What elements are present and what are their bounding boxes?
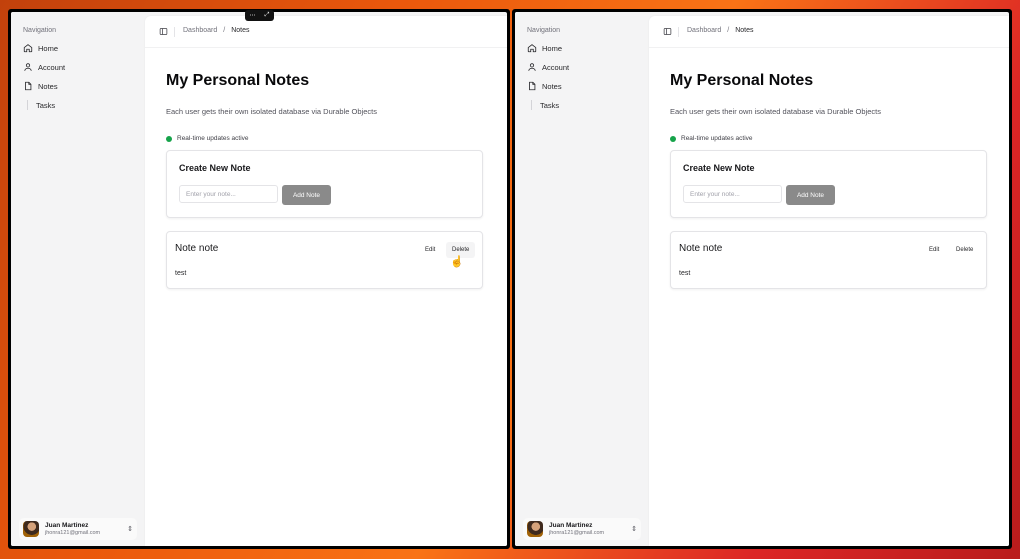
- user-menu[interactable]: Juan Martinez jhonra121@gmail.com ⇕: [523, 518, 641, 540]
- status-dot: [166, 135, 172, 142]
- note-title: Note note: [175, 243, 219, 254]
- sidebar-item-account[interactable]: Account: [23, 60, 65, 74]
- avatar: [527, 521, 543, 537]
- sidebar-item-notes[interactable]: Notes: [23, 79, 58, 93]
- user-email: jhonra121@gmail.com: [549, 529, 605, 536]
- breadcrumb-separator: /: [727, 27, 730, 34]
- tree-line: [27, 100, 28, 110]
- user-name: Juan Martinez: [45, 522, 89, 530]
- expand-icon[interactable]: ⤢: [265, 12, 270, 19]
- delete-button[interactable]: Delete: [950, 242, 979, 258]
- chevrons-up-down-icon: ⇕: [127, 526, 133, 533]
- avatar: [23, 521, 39, 537]
- file-icon: [25, 81, 32, 91]
- tree-line: [531, 100, 532, 110]
- edit-button[interactable]: Edit: [419, 242, 441, 258]
- pointer-cursor-icon: ☝: [450, 256, 464, 268]
- nav-heading: Navigation: [527, 27, 561, 34]
- sidebar-item-notes[interactable]: Notes: [527, 79, 562, 93]
- sidebar-item-label: Home: [542, 43, 563, 53]
- sidebar: Navigation Home Account Notes Tasks Juan: [515, 12, 649, 546]
- user-info: Juan Martinez jhonra121@gmail.com: [45, 522, 121, 535]
- sidebar-item-home[interactable]: Home: [23, 41, 58, 55]
- breadcrumb-separator: /: [223, 27, 226, 34]
- user-icon: [24, 63, 32, 71]
- realtime-label: Real-time updates active: [681, 135, 753, 142]
- divider: [678, 27, 679, 37]
- note-body: test: [175, 270, 187, 277]
- create-note-title: Create New Note: [683, 163, 755, 173]
- chevrons-up-down-icon: ⇕: [631, 526, 637, 533]
- user-name: Juan Martinez: [549, 522, 593, 530]
- sidebar-item-home[interactable]: Home: [527, 41, 562, 55]
- breadcrumb-dashboard[interactable]: Dashboard: [183, 27, 217, 34]
- add-note-button[interactable]: Add Note: [282, 185, 331, 205]
- create-note-title: Create New Note: [179, 163, 251, 173]
- window-snap-toolbar[interactable]: ⋯ ⤢: [245, 10, 274, 21]
- user-info: Juan Martinez jhonra121@gmail.com: [549, 522, 625, 535]
- breadcrumb-current: Notes: [231, 27, 250, 34]
- sidebar-item-account[interactable]: Account: [527, 60, 569, 74]
- top-bar: Dashboard / Notes: [145, 16, 507, 48]
- app-shell: Navigation Home Account Notes Tasks Juan: [515, 12, 1009, 546]
- create-note-card: Create New Note Add Note: [166, 150, 483, 218]
- realtime-label: Real-time updates active: [177, 135, 249, 142]
- browser-window-left: Navigation Home Account Notes Tasks Juan: [8, 9, 510, 549]
- app-shell: Navigation Home Account Notes Tasks Juan: [11, 12, 507, 546]
- sidebar-subitem-tasks[interactable]: Tasks: [27, 98, 55, 112]
- note-card: Note note Edit Delete test: [670, 231, 987, 289]
- sidebar-item-label: Tasks: [540, 100, 560, 110]
- divider: [174, 27, 175, 37]
- main-content: Dashboard / Notes My Personal Notes Each…: [145, 16, 507, 546]
- home-icon: [23, 44, 33, 53]
- home-icon: [527, 44, 537, 53]
- edit-button[interactable]: Edit: [923, 242, 945, 258]
- browser-window-right: Navigation Home Account Notes Tasks Juan: [512, 9, 1012, 549]
- sidebar-item-label: Home: [38, 43, 59, 53]
- sidebar-subitem-tasks[interactable]: Tasks: [531, 98, 559, 112]
- user-menu[interactable]: Juan Martinez jhonra121@gmail.com ⇕: [19, 518, 137, 540]
- page-title: My Personal Notes: [166, 72, 310, 89]
- sidebar-item-label: Account: [38, 62, 66, 72]
- realtime-status: Real-time updates active: [166, 135, 249, 142]
- note-input[interactable]: [683, 185, 782, 203]
- top-bar: Dashboard / Notes: [649, 16, 1009, 48]
- sidebar-toggle-icon[interactable]: [159, 27, 168, 36]
- note-input[interactable]: [179, 185, 278, 203]
- sidebar-item-label: Account: [542, 62, 570, 72]
- note-card: Note note Edit Delete test: [166, 231, 483, 289]
- create-note-card: Create New Note Add Note: [670, 150, 987, 218]
- note-title: Note note: [679, 243, 723, 254]
- page-subtitle: Each user gets their own isolated databa…: [166, 107, 377, 116]
- main-content: Dashboard / Notes My Personal Notes Each…: [649, 16, 1009, 546]
- page-subtitle: Each user gets their own isolated databa…: [670, 107, 881, 116]
- realtime-status: Real-time updates active: [670, 135, 753, 142]
- sidebar: Navigation Home Account Notes Tasks Juan: [11, 12, 145, 546]
- file-icon: [529, 81, 536, 91]
- status-dot: [670, 135, 676, 142]
- page-title: My Personal Notes: [670, 72, 814, 89]
- sidebar-item-label: Notes: [38, 81, 58, 91]
- note-body: test: [679, 270, 691, 277]
- user-icon: [528, 63, 536, 71]
- breadcrumb-dashboard[interactable]: Dashboard: [687, 27, 721, 34]
- sidebar-item-label: Notes: [542, 81, 562, 91]
- sidebar-toggle-icon[interactable]: [663, 27, 672, 36]
- user-email: jhonra121@gmail.com: [45, 529, 101, 536]
- breadcrumb-current: Notes: [735, 27, 754, 34]
- breadcrumb: Dashboard / Notes: [183, 27, 250, 34]
- add-note-button[interactable]: Add Note: [786, 185, 835, 205]
- nav-heading: Navigation: [23, 27, 57, 34]
- grip-icon[interactable]: ⋯: [250, 12, 256, 19]
- sidebar-item-label: Tasks: [36, 100, 56, 110]
- breadcrumb: Dashboard / Notes: [687, 27, 754, 34]
